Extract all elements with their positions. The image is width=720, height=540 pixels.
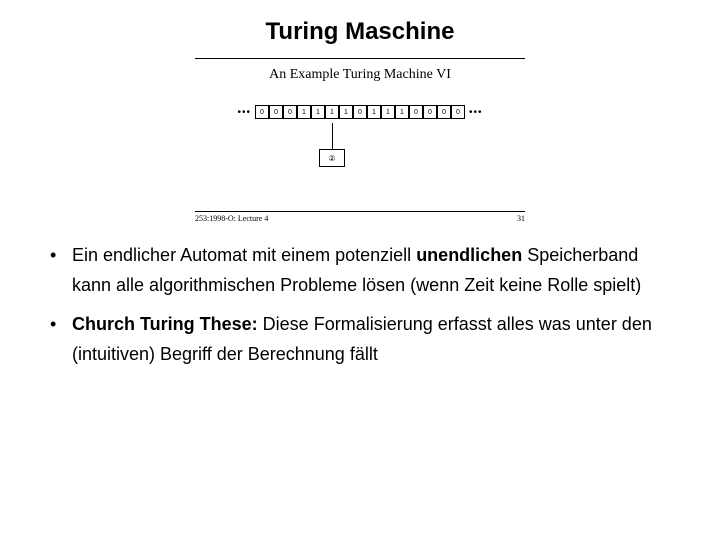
tape-cell: 1 xyxy=(297,105,311,119)
figure-footer-left: 253:1998-O: Lecture 4 xyxy=(195,214,268,223)
tape-cell: 1 xyxy=(367,105,381,119)
bullet-1: Ein endlicher Automat mit einem potenzie… xyxy=(72,241,670,300)
tape-cell: 1 xyxy=(325,105,339,119)
figure-caption: An Example Turing Machine VI xyxy=(195,67,525,83)
tape-cell: 0 xyxy=(409,105,423,119)
tape-cell: 1 xyxy=(395,105,409,119)
tape: ••• 0 0 0 1 1 1 1 0 1 1 1 0 0 0 0 ••• xyxy=(195,105,525,119)
tape-cell: 0 xyxy=(353,105,367,119)
bullet-1-text-a: Ein endlicher Automat mit einem potenzie… xyxy=(72,245,416,265)
slide-title: Turing Maschine xyxy=(0,0,720,58)
tape-cell: 1 xyxy=(381,105,395,119)
tape-cell: 0 xyxy=(269,105,283,119)
bullet-list: Ein endlicher Automat mit einem potenzie… xyxy=(0,241,720,370)
figure-footer: 253:1998-O: Lecture 4 31 xyxy=(195,211,525,223)
figure-top-rule xyxy=(195,58,525,59)
tape-cell: 0 xyxy=(451,105,465,119)
tape-cell: 0 xyxy=(283,105,297,119)
bullet-1-bold: unendlichen xyxy=(416,245,522,265)
tape-cell: 1 xyxy=(339,105,353,119)
tape-cell: 0 xyxy=(423,105,437,119)
tape-cell: 0 xyxy=(437,105,451,119)
dots-right: ••• xyxy=(465,107,487,118)
turing-figure: An Example Turing Machine VI ••• 0 0 0 1… xyxy=(195,58,525,223)
tape-cell: 0 xyxy=(255,105,269,119)
bullet-2-bold: Church Turing These: xyxy=(72,314,258,334)
figure-footer-right: 31 xyxy=(517,214,525,223)
bullet-2: Church Turing These: Diese Formalisierun… xyxy=(72,310,670,369)
tape-cell: 1 xyxy=(311,105,325,119)
head-state: ② xyxy=(319,149,345,167)
dots-left: ••• xyxy=(233,107,255,118)
head-connector xyxy=(332,123,333,149)
